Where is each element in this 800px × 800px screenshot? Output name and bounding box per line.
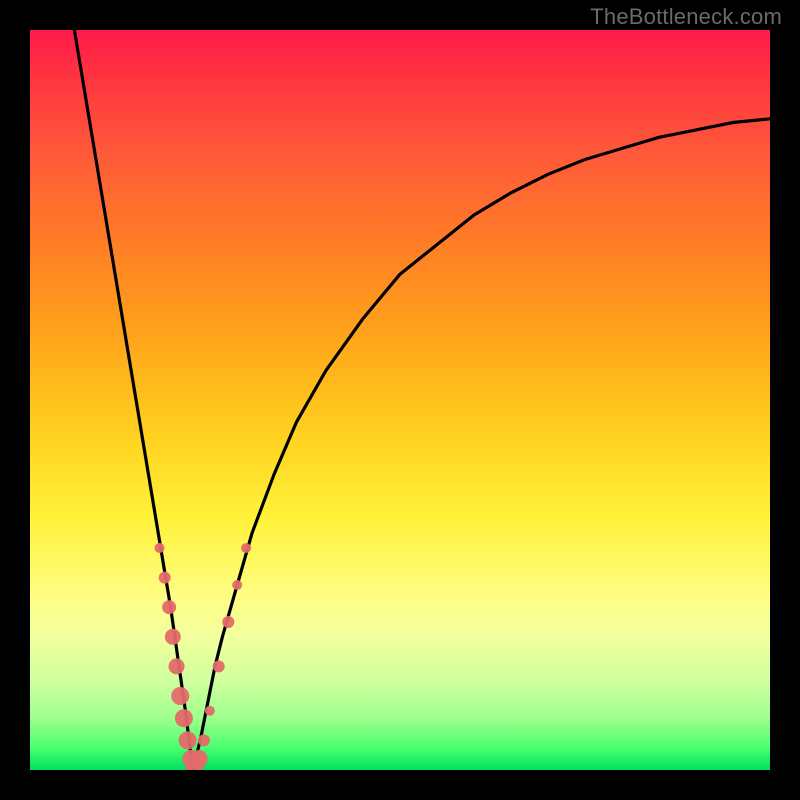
heat-gradient-background — [30, 30, 770, 770]
chart-frame: TheBottleneck.com — [0, 0, 800, 800]
attribution-label: TheBottleneck.com — [590, 4, 782, 30]
plot-area — [30, 30, 770, 770]
